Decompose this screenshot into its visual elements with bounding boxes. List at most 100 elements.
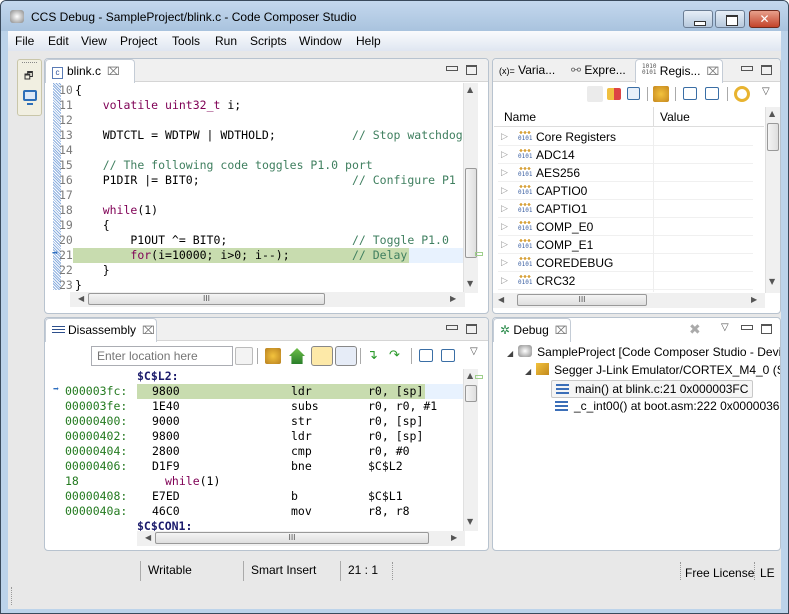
register-group-row[interactable]: ▷ 0101 COMP_E0	[498, 218, 753, 236]
maximize-view-icon[interactable]	[466, 324, 477, 334]
maximize-view-icon[interactable]	[761, 324, 772, 334]
disassembly-row[interactable]: 00000400: 9000 str r0, [sp]	[45, 414, 465, 429]
disassembly-row[interactable]: 00000402: 9800 ldr r0, [sp]	[45, 429, 465, 444]
tab-registers[interactable]: 1010 0101 Regis... ⌧	[635, 59, 723, 83]
register-group-row[interactable]: ▷0101CS	[498, 290, 753, 292]
minimize-view-icon[interactable]	[446, 65, 458, 75]
disassembly-row[interactable]: $C$L2:	[45, 369, 465, 384]
code-line[interactable]: 17	[45, 188, 465, 203]
tab-blink-c[interactable]: c blink.c ⌧	[45, 59, 135, 83]
overview-marker[interactable]	[475, 252, 483, 256]
tab-debug[interactable]: ✲ Debug ⌧	[493, 318, 571, 342]
code-line[interactable]: 19 {	[45, 218, 465, 233]
disassembly-row[interactable]: 00000404: 2800 cmp r0, #0	[45, 444, 465, 459]
code-line[interactable]: 15 // The following code toggles P1.0 po…	[45, 158, 465, 173]
go-to-location-button[interactable]	[235, 347, 253, 365]
debug-tree-item[interactable]: ◢ SampleProject [Code Composer Studio - D…	[503, 344, 780, 362]
close-tab-icon[interactable]: ⌧	[706, 66, 719, 78]
debug-tree-item[interactable]: _c_int00() at boot.asm:222 0x0000036E	[551, 398, 780, 416]
debug-tree-item[interactable]: main() at blink.c:21 0x000003FC	[551, 380, 754, 398]
restore-icon[interactable]: 🗗	[24, 72, 35, 82]
expand-icon[interactable]: ▷	[501, 239, 508, 250]
view-menu-icon[interactable]: ▽	[762, 86, 770, 97]
code-line[interactable]: 16 P1DIR |= BIT0; // Configure P1	[45, 173, 465, 188]
tab-variables[interactable]: (x)= Varia...	[493, 59, 561, 83]
register-group-row[interactable]: ▷ 0101 AES256	[498, 164, 753, 182]
minimize-button[interactable]	[683, 10, 713, 28]
menu-window[interactable]: Window	[299, 34, 342, 48]
new-view-icon[interactable]	[683, 87, 697, 100]
home-icon[interactable]	[289, 348, 305, 364]
close-tab-icon[interactable]: ⌧	[107, 66, 120, 78]
column-name[interactable]: Name	[504, 110, 536, 124]
disassembly-hscroll[interactable]: ◀ III ▶	[137, 531, 465, 546]
code-line[interactable]: ➡ 21 for(i=10000; i>0; i--); // Delay	[45, 248, 465, 263]
pin-icon[interactable]	[441, 349, 455, 362]
menu-run[interactable]: Run	[215, 34, 237, 48]
code-line[interactable]: 14	[45, 143, 465, 158]
expand-icon[interactable]: ◢	[525, 367, 531, 376]
editor-hscroll[interactable]: ◀ III ▶	[70, 292, 465, 307]
menu-edit[interactable]: Edit	[48, 34, 69, 48]
status-license[interactable]: Free License	[685, 566, 754, 580]
registers-vscroll-thumb[interactable]	[767, 123, 779, 151]
close-button[interactable]: ✕	[749, 10, 780, 28]
menu-scripts[interactable]: Scripts	[250, 34, 287, 48]
tab-disassembly[interactable]: Disassembly ⌧	[45, 318, 157, 342]
view-menu-icon[interactable]: ▽	[470, 346, 478, 357]
editor-hscroll-thumb[interactable]: III	[88, 293, 325, 305]
register-group-row[interactable]: ▷ 0101 COMP_E1	[498, 236, 753, 254]
expand-icon[interactable]: ▷	[501, 221, 508, 232]
register-group-row[interactable]: ▷ 0101 ADC14	[498, 146, 753, 164]
code-line[interactable]: 13 WDTCTL = WDTPW | WDTHOLD; // Stop wat…	[45, 128, 465, 143]
refresh-icon[interactable]	[265, 348, 281, 364]
column-value[interactable]: Value	[660, 110, 690, 124]
expand-icon[interactable]: ▷	[501, 203, 508, 214]
assembly-step-into-icon[interactable]: ↴	[367, 349, 383, 365]
code-line[interactable]: 23}	[45, 278, 465, 293]
assembly-step-over-icon[interactable]: ↷	[389, 349, 405, 365]
disassembly-row[interactable]: ➡ 000003fc: 9800 ldr r0, [sp]	[45, 384, 465, 399]
register-group-row[interactable]: ▷ 0101 CRC32	[498, 272, 753, 290]
show-source-toggle[interactable]	[335, 346, 357, 366]
disassembly-listing[interactable]: $C$L2: ➡ 000003fc: 9800 ldr r0, [sp] 000003fe:…	[45, 369, 465, 531]
view-menu-icon[interactable]: ▽	[721, 322, 729, 333]
tab-expressions[interactable]: ⚯ Expre...	[565, 59, 632, 83]
disassembly-row[interactable]: 18 while(1)	[45, 474, 465, 489]
register-group-row[interactable]: ▷ 0101 COREDEBUG	[498, 254, 753, 272]
menu-help[interactable]: Help	[356, 34, 381, 48]
code-line[interactable]: 22 }	[45, 263, 465, 278]
editor-vscroll-thumb[interactable]	[465, 168, 477, 258]
code-line[interactable]: 18 while(1)	[45, 203, 465, 218]
close-tab-icon[interactable]: ⌧	[555, 325, 568, 337]
disassembly-hscroll-thumb[interactable]: III	[155, 532, 429, 544]
disassembly-row[interactable]: $C$CON1:	[45, 519, 465, 531]
disassembly-row[interactable]: 00000406: D1F9 bne $C$L2	[45, 459, 465, 474]
edit-register-icon[interactable]	[587, 86, 603, 102]
maximize-view-icon[interactable]	[761, 65, 772, 75]
expand-icon[interactable]: ▷	[501, 185, 508, 196]
trim-grip[interactable]	[22, 62, 37, 64]
maximize-button[interactable]	[715, 10, 745, 28]
maximize-view-icon[interactable]	[466, 65, 477, 75]
close-tab-icon[interactable]: ⌧	[142, 325, 155, 337]
code-area[interactable]: 10{11 volatile uint32_t i; 12 13 WDTCTL = …	[45, 83, 465, 293]
code-line[interactable]: 12	[45, 113, 465, 128]
minimize-view-icon[interactable]	[741, 65, 753, 75]
collapse-all-icon[interactable]	[627, 87, 640, 100]
code-line[interactable]: 11 volatile uint32_t i;	[45, 98, 465, 113]
continuous-refresh-icon[interactable]	[734, 86, 750, 102]
disassembly-vscroll[interactable]: ▲ ▼	[463, 369, 478, 531]
minimize-view-icon[interactable]	[446, 324, 458, 334]
remove-terminated-icon[interactable]: ✖	[689, 322, 701, 338]
menu-view[interactable]: View	[81, 34, 107, 48]
expand-icon[interactable]: ▷	[501, 275, 508, 286]
minimize-view-icon[interactable]	[741, 324, 753, 334]
code-line[interactable]: 20 P1OUT ^= BIT0; // Toggle P1.0	[45, 233, 465, 248]
expand-icon[interactable]: ▷	[501, 149, 508, 160]
new-view-icon[interactable]	[419, 349, 433, 362]
location-input[interactable]	[91, 346, 233, 366]
add-register-group-icon[interactable]	[607, 88, 621, 100]
register-group-row[interactable]: ▷ 0101 CAPTIO1	[498, 200, 753, 218]
link-with-editor-toggle[interactable]	[311, 346, 333, 366]
